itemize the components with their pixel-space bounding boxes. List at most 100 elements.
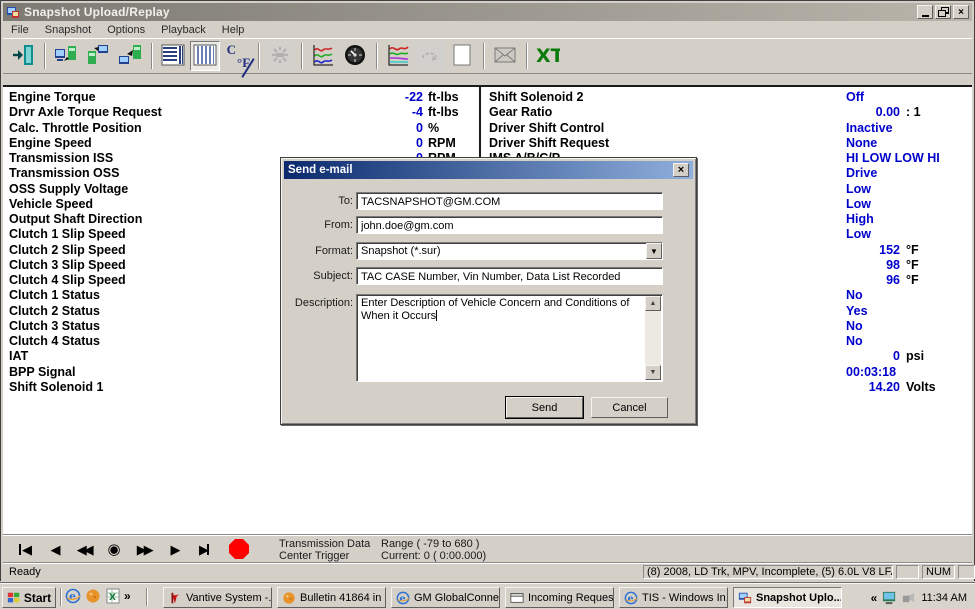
data-list-view-button[interactable] xyxy=(158,41,188,71)
display-icon[interactable] xyxy=(882,590,897,605)
menu-playback[interactable]: Playback xyxy=(153,23,214,37)
svg-text:e: e xyxy=(628,593,634,604)
ie-icon: e xyxy=(624,591,638,605)
parameter-name: Shift Solenoid 1 xyxy=(9,380,103,395)
exit-button[interactable] xyxy=(8,41,38,71)
restore-button[interactable] xyxy=(935,5,951,19)
pc-to-device-icon xyxy=(54,43,78,70)
tray-chevron[interactable]: « xyxy=(871,591,878,605)
windows-logo-icon xyxy=(7,591,21,605)
record-trigger-button[interactable]: ◉ xyxy=(101,539,127,559)
tools-button[interactable]: XT xyxy=(533,41,563,71)
parameter-value: Off xyxy=(846,90,975,105)
parameter-row: Engine Speed0RPM xyxy=(9,136,479,151)
taskbar-task-snapshot-uplo[interactable]: Snapshot Uplo... xyxy=(733,587,842,608)
skip-to-end-button[interactable]: ▶ xyxy=(191,539,217,559)
download-snapshot-button[interactable] xyxy=(115,41,145,71)
stop-button[interactable] xyxy=(229,539,249,559)
description-scrollbar[interactable]: ▲ ▼ xyxy=(645,296,661,380)
app-icon xyxy=(6,5,20,19)
subject-field[interactable] xyxy=(356,267,663,285)
step-back-button[interactable]: ◀ xyxy=(41,539,67,559)
column-view-button[interactable] xyxy=(190,41,220,71)
parameter-name: Transmission OSS xyxy=(9,166,119,181)
taskbar-task-bulletin-41864-in[interactable]: Bulletin 41864 in ... xyxy=(277,587,386,608)
scroll-up-icon[interactable]: ▲ xyxy=(645,296,661,311)
parameter-name: Output Shaft Direction xyxy=(9,212,142,227)
menu-options[interactable]: Options xyxy=(99,23,153,37)
from-field[interactable] xyxy=(356,216,663,234)
graph-view-button[interactable] xyxy=(308,41,338,71)
toolbar-separator xyxy=(483,43,484,69)
line-graph-icon xyxy=(311,43,335,70)
quicklaunch-chevron[interactable]: » xyxy=(124,589,131,603)
playback-data-label: Transmission Data Center Trigger xyxy=(279,538,370,562)
quicklaunch-ball[interactable] xyxy=(84,588,102,606)
plot-button[interactable] xyxy=(383,41,413,71)
menu-file[interactable]: File xyxy=(3,23,37,37)
description-field[interactable]: Enter Description of Vehicle Concern and… xyxy=(356,294,663,382)
parameter-value: None xyxy=(846,136,975,151)
toolbar-separator xyxy=(44,43,45,69)
parameter-value: -4 xyxy=(339,105,423,120)
device-to-pc-icon xyxy=(86,43,110,70)
parameter-unit: ft-lbs xyxy=(428,105,459,120)
parameter-unit: % xyxy=(428,121,439,136)
dialog-close-icon[interactable]: × xyxy=(673,163,689,177)
skip-start-icon: ◀ xyxy=(19,544,29,555)
vantive-icon xyxy=(168,591,182,605)
parameter-value: 0 xyxy=(339,121,423,136)
parameter-row: Shift Solenoid 2Off xyxy=(489,90,975,105)
rewind-icon: ◀◀ xyxy=(77,544,92,555)
gauge-view-button[interactable] xyxy=(340,41,370,71)
playback-bar: Transmission Data Center Trigger Range (… xyxy=(3,534,972,562)
fast-forward-button[interactable]: ▶▶ xyxy=(131,539,157,559)
device-transfer-button[interactable] xyxy=(83,41,113,71)
new-page-button[interactable] xyxy=(447,41,477,71)
parameter-value: 0 xyxy=(789,349,900,364)
upload-snapshot-button[interactable] xyxy=(51,41,81,71)
svg-text:XT: XT xyxy=(536,45,560,67)
minimize-button[interactable] xyxy=(917,5,933,19)
menu-snapshot[interactable]: Snapshot xyxy=(37,23,99,37)
temp-units-button[interactable]: °FC xyxy=(222,41,252,71)
parameter-value: High xyxy=(846,212,975,227)
parameter-unit: °F xyxy=(906,243,919,258)
parameter-name: Engine Speed xyxy=(9,136,92,151)
taskbar-task-gm-globalconnec[interactable]: eGM GlobalConnec... xyxy=(391,587,500,608)
play-button[interactable]: ▶ xyxy=(161,539,187,559)
parameter-value: 0 xyxy=(339,136,423,151)
taskbar-task-incoming-reques[interactable]: Incoming Reques... xyxy=(505,587,614,608)
parameter-name: Calc. Throttle Position xyxy=(9,121,142,136)
scroll-down-icon[interactable]: ▼ xyxy=(645,365,661,380)
parameter-value: Low xyxy=(846,197,975,212)
close-button[interactable]: × xyxy=(953,5,969,19)
status-vehicle: (8) 2008, LD Trk, MPV, Incomplete, (5) 6… xyxy=(643,565,893,579)
email-button[interactable] xyxy=(490,41,520,71)
parameter-value: -22 xyxy=(339,90,423,105)
quicklaunch-ie[interactable]: e xyxy=(64,588,82,606)
parameter-name: Transmission ISS xyxy=(9,151,113,166)
parameter-name: Clutch 3 Status xyxy=(9,319,100,334)
chevron-down-icon[interactable]: ▼ xyxy=(646,243,662,259)
start-button[interactable]: Start xyxy=(2,587,56,608)
cancel-button[interactable]: Cancel xyxy=(591,397,668,418)
format-value: Snapshot (*.sur) xyxy=(357,243,646,259)
step-back-icon: ◀ xyxy=(51,544,58,555)
format-dropdown[interactable]: Snapshot (*.sur) ▼ xyxy=(356,242,663,260)
parameter-value: 0.00 xyxy=(789,105,900,120)
taskbar-task-tis-windows-in[interactable]: eTIS - Windows In... xyxy=(619,587,728,608)
record-icon: ◉ xyxy=(107,540,120,558)
quicklaunch-spreadsheet[interactable]: X xyxy=(104,588,122,606)
parameter-name: Clutch 4 Status xyxy=(9,334,100,349)
taskbar-separator-2 xyxy=(146,588,147,606)
skip-to-start-button[interactable]: ◀ xyxy=(11,539,37,559)
taskbar-task-vantive-system[interactable]: Vantive System -... xyxy=(163,587,272,608)
send-button[interactable]: Send xyxy=(506,397,583,418)
to-field[interactable] xyxy=(356,192,663,210)
gray-device-icon[interactable] xyxy=(901,590,916,605)
menu-help[interactable]: Help xyxy=(214,23,253,37)
rewind-button[interactable]: ◀◀ xyxy=(71,539,97,559)
parameter-name: Driver Shift Control xyxy=(489,121,604,136)
task-label: Bulletin 41864 in ... xyxy=(300,592,386,604)
